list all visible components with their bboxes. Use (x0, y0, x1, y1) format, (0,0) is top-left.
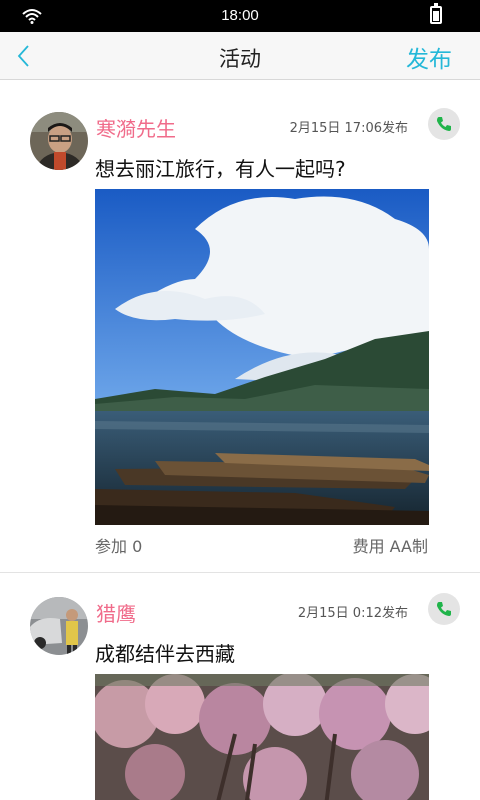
publish-button[interactable]: 发布 (406, 40, 452, 74)
call-button[interactable] (428, 108, 460, 140)
nav-bar: 活动 发布 (0, 32, 480, 80)
avatar[interactable] (30, 597, 88, 655)
post-content: 成都结伴去西藏 (95, 642, 235, 666)
cost-label: 费用 AA制 (352, 537, 428, 556)
battery-icon (430, 3, 442, 24)
phone-icon (437, 117, 451, 131)
username[interactable]: 寒漪先生 (96, 113, 176, 142)
join-count: 参加 0 (95, 537, 143, 556)
phone-icon (437, 602, 451, 616)
post-time: 2月15日 0:12发布 (297, 606, 408, 621)
activity-feed[interactable]: 寒漪先生 2月15日 17:06发布 想去丽江旅行，有人一起吗? 参加 0 费用… (0, 81, 480, 800)
post-card[interactable]: 猎鹰 2月15日 0:12发布 成都结伴去西藏 (0, 574, 480, 800)
status-bar: 18:00 (0, 0, 480, 32)
avatar[interactable] (30, 112, 88, 170)
post-card[interactable]: 寒漪先生 2月15日 17:06发布 想去丽江旅行，有人一起吗? 参加 0 费用… (0, 81, 480, 573)
status-time: 18:00 (221, 7, 259, 24)
post-content: 想去丽江旅行，有人一起吗? (95, 157, 346, 181)
username[interactable]: 猎鹰 (96, 598, 136, 627)
blossom-trees-photo[interactable] (95, 674, 429, 800)
lake-boats-photo[interactable] (95, 189, 429, 525)
call-button[interactable] (428, 593, 460, 625)
post-time: 2月15日 17:06发布 (289, 121, 408, 136)
